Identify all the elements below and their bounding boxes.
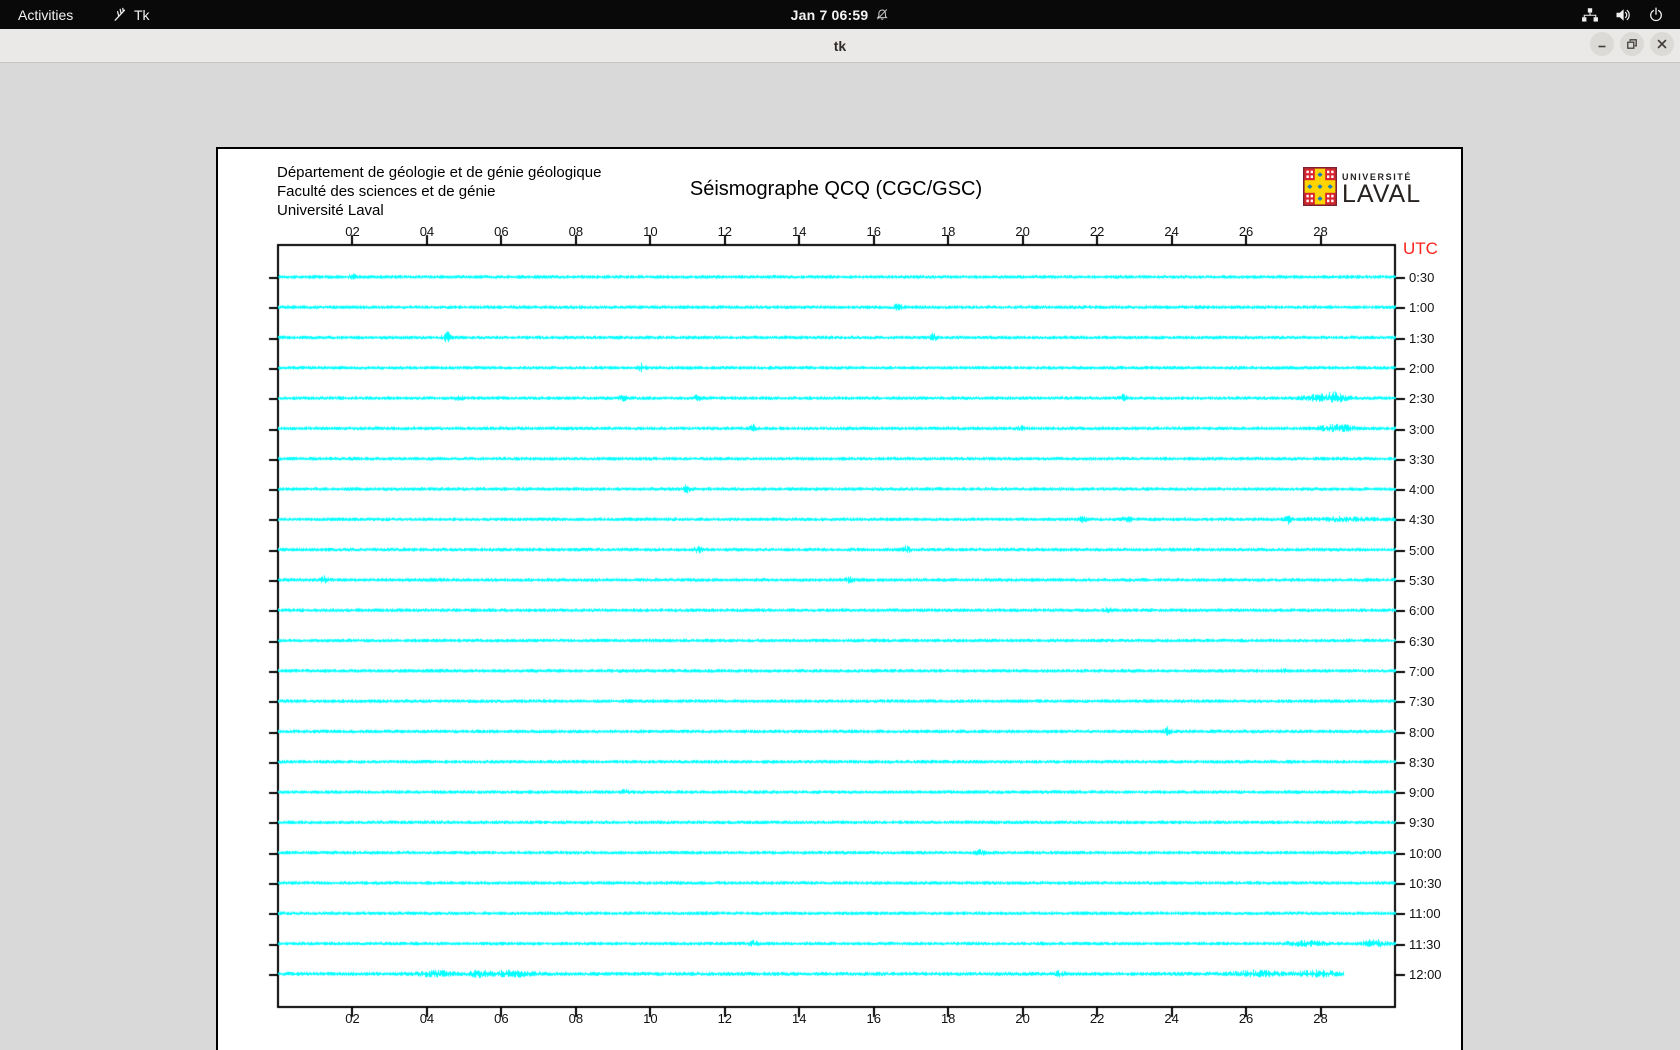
institution-line-3: Université Laval: [277, 202, 384, 219]
institution-block: Département de géologie et de génie géol…: [277, 163, 601, 220]
desktop-screen: Activities Tk Jan 7 06:59 tk Département…: [0, 0, 1680, 1050]
page-title: Séismographe QCQ (CGC/GSC): [689, 178, 983, 200]
volume-icon: [1615, 7, 1632, 23]
maximize-button[interactable]: [1620, 32, 1644, 56]
close-button[interactable]: [1650, 32, 1674, 56]
activities-label: Activities: [18, 6, 74, 23]
close-icon: [1657, 39, 1667, 49]
power-icon: [1648, 7, 1664, 23]
minimize-icon: [1598, 45, 1606, 48]
network-wired-icon: [1581, 7, 1599, 23]
window-title-bar[interactable]: tk: [0, 29, 1680, 63]
clock-button[interactable]: Jan 7 06:59: [779, 0, 902, 29]
tk-window-content: Département de géologie et de génie géol…: [0, 63, 1680, 1050]
laval-wordmark: UNIVERSITÉ LAVAL: [1342, 172, 1422, 208]
gnome-top-bar: Activities Tk Jan 7 06:59: [0, 0, 1680, 29]
system-status-area[interactable]: [1571, 0, 1674, 29]
window-title: tk: [833, 37, 847, 54]
tk-feather-icon: [112, 7, 128, 23]
app-menu-tk[interactable]: Tk: [100, 0, 162, 29]
activities-button[interactable]: Activities: [6, 0, 85, 29]
institution-line-2: Faculté des sciences et de génie: [277, 183, 496, 200]
bell-muted-icon: [874, 7, 889, 22]
logo-laval-text: LAVAL: [1342, 180, 1422, 208]
utc-axis-label: UTC: [1403, 239, 1438, 258]
minimize-button[interactable]: [1590, 32, 1614, 56]
clock-text: Jan 7 06:59: [790, 6, 869, 23]
laval-crest-icon: [1303, 167, 1337, 211]
helicorder-canvas: [250, 223, 1450, 1043]
app-menu-label: Tk: [134, 6, 150, 23]
institution-line-1: Département de géologie et de génie géol…: [277, 164, 602, 181]
universite-laval-logo: UNIVERSITÉ LAVAL: [1303, 167, 1421, 211]
maximize-icon: [1627, 39, 1637, 49]
